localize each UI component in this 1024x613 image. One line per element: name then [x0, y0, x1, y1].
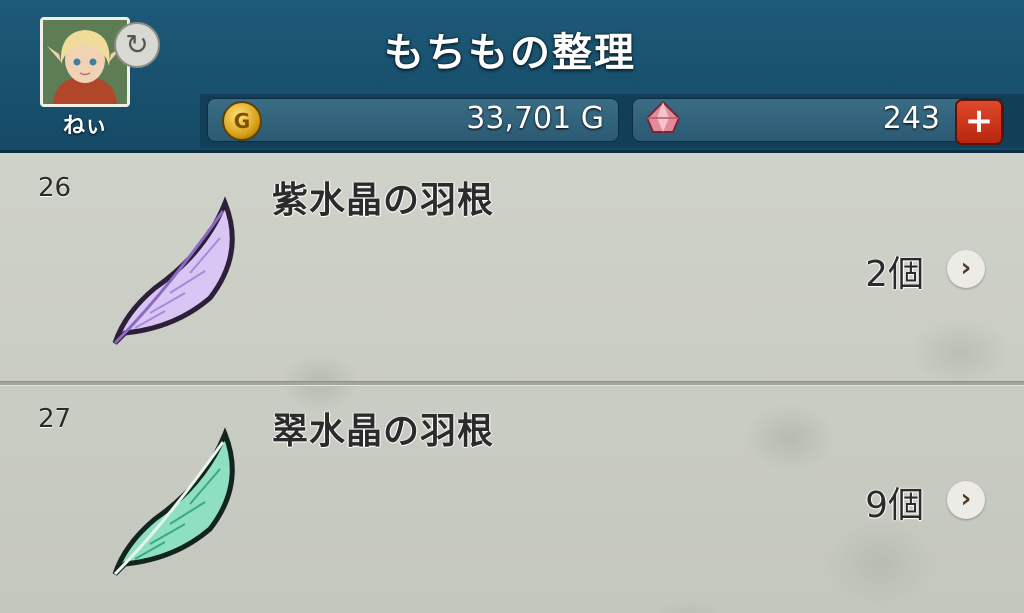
page-title: もちもの整理	[384, 30, 636, 76]
item-number: 26	[38, 173, 72, 203]
item-quantity: 2個	[865, 254, 924, 295]
green-feather-icon	[112, 427, 235, 576]
avatar[interactable]	[40, 17, 130, 107]
chevron-right-icon[interactable]: ›	[947, 481, 985, 519]
refresh-icon: ↻	[125, 28, 149, 61]
character-portrait-icon	[43, 20, 127, 104]
gold-amount: 33,701 G	[466, 101, 604, 136]
chevron-right-icon[interactable]: ›	[947, 250, 985, 288]
player-name: ねぃ	[62, 114, 107, 139]
gem-icon	[645, 100, 681, 133]
item-number: 27	[38, 404, 72, 434]
gem-amount: 243	[882, 101, 940, 136]
gold-coin-icon: G	[222, 101, 262, 141]
item-name: 翠水晶の羽根	[272, 411, 495, 452]
add-gems-button[interactable]: +	[955, 99, 1003, 145]
item-quantity: 9個	[865, 485, 924, 526]
purple-feather-icon	[112, 196, 235, 345]
sync-button[interactable]: ↻	[114, 22, 160, 68]
list-item[interactable]: 26 紫水晶の羽根 2個 ›	[0, 153, 1024, 381]
item-name: 紫水晶の羽根	[272, 180, 495, 221]
list-item[interactable]: 27 翠水晶の羽根 9個 ›	[0, 384, 1024, 612]
